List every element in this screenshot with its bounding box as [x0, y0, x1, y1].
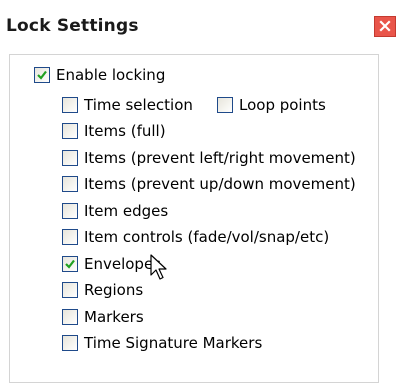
close-icon	[379, 17, 391, 36]
envelopes-checkbox[interactable]	[62, 255, 78, 272]
loop-points-label: Loop points	[239, 95, 326, 114]
markers-option[interactable]: Markers	[62, 306, 144, 327]
markers-checkbox[interactable]	[62, 308, 78, 325]
time-signature-markers-checkbox[interactable]	[62, 334, 78, 351]
enable-locking-option[interactable]: Enable locking	[34, 64, 165, 85]
time-signature-markers-option[interactable]: Time Signature Markers	[62, 332, 262, 353]
checkmark-icon	[65, 259, 75, 269]
time-selection-option[interactable]: Time selection	[62, 94, 193, 115]
items-prevent-lr-checkbox[interactable]	[62, 149, 78, 166]
regions-option[interactable]: Regions	[62, 279, 143, 300]
lock-settings-window: Lock Settings Enable locking Time select…	[0, 0, 396, 386]
items-full-option[interactable]: Items (full)	[62, 120, 166, 141]
loop-points-option[interactable]: Loop points	[217, 94, 326, 115]
envelopes-option[interactable]: Envelopes	[62, 253, 161, 274]
item-controls-checkbox[interactable]	[62, 228, 78, 245]
items-prevent-lr-label: Items (prevent left/right movement)	[84, 148, 356, 167]
window-title: Lock Settings	[6, 16, 139, 36]
enable-locking-checkbox[interactable]	[34, 66, 50, 83]
item-controls-option[interactable]: Item controls (fade/vol/snap/etc)	[62, 226, 329, 247]
items-prevent-ud-option[interactable]: Items (prevent up/down movement)	[62, 173, 356, 194]
regions-label: Regions	[84, 280, 144, 299]
item-edges-option[interactable]: Item edges	[62, 200, 168, 221]
items-prevent-ud-label: Items (prevent up/down movement)	[84, 174, 356, 193]
item-edges-checkbox[interactable]	[62, 202, 78, 219]
checkmark-icon	[37, 70, 47, 80]
mouse-pointer-icon	[150, 254, 170, 286]
items-prevent-lr-option[interactable]: Items (prevent left/right movement)	[62, 147, 356, 168]
time-selection-label: Time selection	[84, 95, 193, 114]
enable-locking-label: Enable locking	[56, 65, 166, 84]
dialog-content: Enable locking Time selection Loop point…	[0, 42, 388, 386]
markers-label: Markers	[84, 307, 144, 326]
regions-checkbox[interactable]	[62, 281, 78, 298]
item-edges-label: Item edges	[84, 201, 169, 220]
time-selection-checkbox[interactable]	[62, 96, 78, 113]
items-full-label: Items (full)	[84, 121, 166, 140]
item-controls-label: Item controls (fade/vol/snap/etc)	[84, 227, 330, 246]
items-full-checkbox[interactable]	[62, 122, 78, 139]
close-button[interactable]	[374, 16, 396, 37]
title-bar[interactable]: Lock Settings	[0, 0, 396, 38]
time-signature-markers-label: Time Signature Markers	[84, 333, 263, 352]
items-prevent-ud-checkbox[interactable]	[62, 175, 78, 192]
loop-points-checkbox[interactable]	[217, 96, 233, 113]
